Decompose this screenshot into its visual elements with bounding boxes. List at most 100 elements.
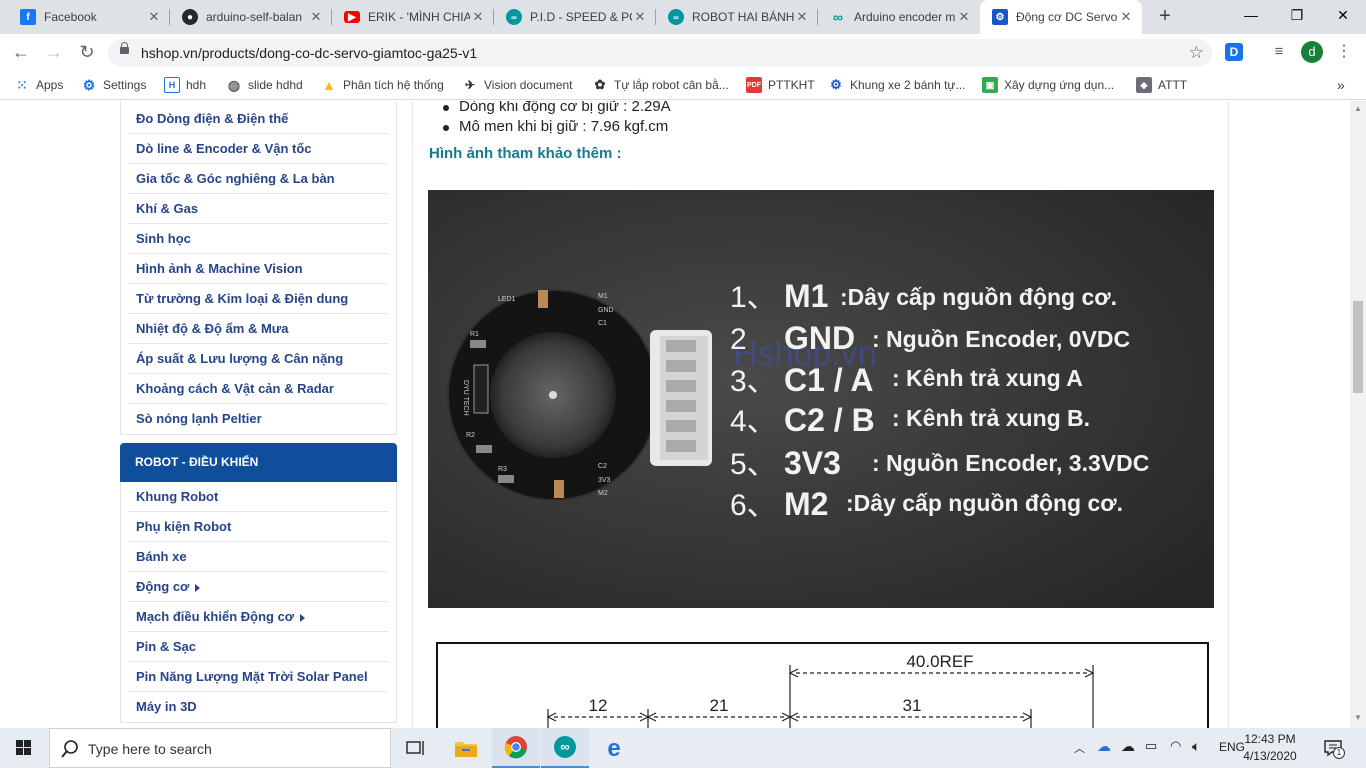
bookmarks-overflow-icon[interactable]: »	[1337, 76, 1345, 94]
bookmark-xay-dung[interactable]: ▣ Xây dựng ứng dụn...	[982, 76, 1114, 94]
board-label-led: LED1	[498, 296, 516, 303]
tab-title: Động cơ DC Servo	[1016, 10, 1118, 24]
sidebar-item[interactable]: Máy in 3D	[128, 692, 388, 722]
tab-title: ROBOT HAI BÁNH	[692, 10, 794, 24]
sidebar-item[interactable]: Khí & Gas	[128, 194, 388, 224]
close-icon[interactable]: ✕	[956, 9, 972, 25]
scroll-up-arrow-icon[interactable]: ▲	[1354, 104, 1362, 113]
close-icon[interactable]: ✕	[470, 9, 486, 25]
tab-dong-co-dc-servo[interactable]: ⚙ Động cơ DC Servo ✕	[980, 0, 1142, 34]
restore-button[interactable]: ❐	[1274, 0, 1320, 30]
taskbar-search-box[interactable]: Type here to search	[49, 728, 391, 768]
battery-icon[interactable]: ▭	[1145, 738, 1157, 754]
bookmark-slide-hdhd[interactable]: ◍ slide hdhd	[226, 76, 303, 94]
bookmark-tu-lap-robot[interactable]: ✿ Tự lắp robot cân bằ...	[592, 76, 729, 94]
sidebar-item[interactable]: Từ trường & Kim loại & Điện dung	[128, 284, 388, 314]
media-queue-icon[interactable]: ≡	[1268, 41, 1290, 63]
pin-3-desc: : Kênh trả xung A	[892, 365, 1083, 391]
hshop-icon: ⚙	[830, 77, 842, 92]
close-icon[interactable]: ✕	[632, 9, 648, 25]
start-button[interactable]	[0, 728, 48, 768]
tab-strip: f Facebook ✕ ● arduino-self-balan ✕ ▶ ER…	[0, 0, 1366, 34]
cloud-icon[interactable]: ☁	[1121, 738, 1135, 755]
taskbar-clock[interactable]: 12:43 PM 4/13/2020	[1228, 731, 1312, 765]
tab-facebook[interactable]: f Facebook ✕	[8, 0, 170, 34]
bookmark-apps[interactable]: ⁙ Apps	[14, 76, 63, 94]
arduino-ide-taskbar-button[interactable]: ∞	[541, 728, 589, 768]
arduino-icon: ∞	[833, 9, 843, 25]
product-description: Dòng khi động cơ bị giữ : 2.29A Mô men k…	[412, 101, 1229, 728]
menu-kebab-icon[interactable]: ⋮	[1333, 41, 1355, 63]
tab-arduino-encoder[interactable]: ∞ Arduino encoder m ✕	[818, 0, 980, 34]
action-center-button[interactable]: 1	[1323, 738, 1345, 759]
bookmark-settings[interactable]: ⚙ Settings	[81, 76, 147, 94]
sidebar-item[interactable]: Áp suất & Lưu lượng & Cân nặng	[128, 344, 388, 374]
gear-icon: ⚙	[82, 76, 96, 93]
chrome-taskbar-button[interactable]	[492, 728, 540, 768]
sidebar-item[interactable]: Khung Robot	[128, 482, 388, 512]
page-scrollbar[interactable]: ▲ ▼	[1350, 101, 1366, 728]
robot-section-heading[interactable]: ROBOT - ĐIỀU KHIỂN	[120, 443, 397, 482]
pin-2-number: 2	[730, 323, 747, 356]
tray-overflow-chevron-icon[interactable]: ︿	[1074, 740, 1085, 756]
bookmark-pttkht[interactable]: PDF PTTKHT	[746, 76, 815, 94]
tab-youtube[interactable]: ▶ ERIK - 'MÌNH CHIA ✕	[332, 0, 494, 34]
task-view-button[interactable]	[392, 728, 440, 768]
volume-icon[interactable]: 🔈︎	[1192, 738, 1200, 755]
sidebar-item[interactable]: Sò nóng lạnh Peltier	[128, 404, 388, 434]
back-button[interactable]: ←	[9, 40, 33, 64]
sidebar-item[interactable]: Khoảng cách & Vật cản & Radar	[128, 374, 388, 404]
bookmark-label: Xây dựng ứng dụn...	[1004, 78, 1115, 92]
close-icon[interactable]: ✕	[308, 9, 324, 25]
scroll-down-arrow-icon[interactable]: ▼	[1354, 713, 1362, 722]
address-bar[interactable]: hshop.vn/products/dong-co-dc-servo-giamt…	[108, 39, 1212, 67]
sidebar-item[interactable]: Pin Năng Lượng Mặt Trời Solar Panel	[128, 662, 388, 692]
close-icon[interactable]: ✕	[794, 9, 810, 25]
bookmark-khung-xe[interactable]: ⚙ Khung xe 2 bánh tự...	[828, 76, 965, 94]
wifi-icon[interactable]: ◠	[1170, 738, 1181, 754]
bookmark-star-icon[interactable]: ☆	[1189, 43, 1204, 63]
sidebar-item[interactable]: Dò line & Encoder & Vận tốc	[128, 134, 388, 164]
dimension-drawing: 40.0REF 12 21 31	[428, 631, 1214, 728]
sidebar-item-mach-dieu-khien[interactable]: Mạch điều khiển Động cơ	[128, 602, 388, 632]
arduino-icon: ∞	[506, 9, 522, 25]
bookmark-phan-tich[interactable]: ▲ Phân tích hệ thống	[321, 76, 444, 94]
sidebar-item[interactable]: Bánh xe	[128, 542, 388, 572]
tab-title: arduino-self-balan	[206, 10, 303, 24]
scrollbar-thumb[interactable]	[1353, 301, 1363, 393]
encoder-pinout-photo: LED1 M1 GND C1 R1 R2 R3 C2 3V3 M2 DYU TE…	[428, 190, 1214, 608]
tab-pid-speed[interactable]: ∞ P.I.D - SPEED & PC ✕	[494, 0, 656, 34]
forward-button[interactable]: →	[42, 40, 66, 64]
extension-d-icon[interactable]: D	[1225, 43, 1243, 61]
sidebar-item[interactable]: Gia tốc & Góc nghiêng & La bàn	[128, 164, 388, 194]
svg-text:∞: ∞	[560, 739, 569, 754]
reload-button[interactable]: ↻	[75, 40, 99, 64]
onedrive-icon[interactable]: ☁	[1097, 738, 1111, 755]
sidebar-item[interactable]: Nhiệt độ & Độ ẩm & Mưa	[128, 314, 388, 344]
close-window-button[interactable]: ✕	[1320, 0, 1366, 30]
pin-6-code: M2	[784, 486, 828, 522]
sidebar-item-dong-co[interactable]: Động cơ	[128, 572, 388, 602]
globe-icon: ◍	[227, 76, 241, 93]
bookmark-vision[interactable]: ✈ Vision document	[462, 76, 573, 94]
close-icon[interactable]: ✕	[146, 9, 162, 25]
bookmark-attt[interactable]: ◆ ATTT	[1136, 76, 1187, 94]
new-tab-button[interactable]: +	[1154, 6, 1176, 28]
bookmark-hdh[interactable]: H hdh	[164, 76, 206, 94]
close-icon[interactable]: ✕	[1118, 9, 1134, 25]
tab-robot-hai-banh[interactable]: ∞ ROBOT HAI BÁNH ✕	[656, 0, 818, 34]
sidebar-item[interactable]: Đo Dòng điện & Điện thế	[128, 104, 388, 134]
tab-github[interactable]: ● arduino-self-balan ✕	[170, 0, 332, 34]
spec-item: Dòng khi động cơ bị giữ : 2.29A	[443, 101, 671, 117]
edge-taskbar-button[interactable]: e	[590, 728, 638, 768]
minimize-button[interactable]: —	[1228, 0, 1274, 30]
board-label-3v3: 3V3	[598, 477, 611, 484]
sidebar-item[interactable]: Pin & Sạc	[128, 632, 388, 662]
sidebar-item[interactable]: Hình ảnh & Machine Vision	[128, 254, 388, 284]
profile-avatar[interactable]: d	[1301, 41, 1323, 63]
url-text[interactable]: hshop.vn/products/dong-co-dc-servo-giamt…	[141, 45, 477, 61]
sidebar-item[interactable]: Sinh học	[128, 224, 388, 254]
sidebar-item[interactable]: Phụ kiện Robot	[128, 512, 388, 542]
bookmarks-bar: ⁙ Apps ⚙ Settings H hdh ◍ slide hdhd ▲ P…	[0, 70, 1366, 100]
file-explorer-button[interactable]	[442, 728, 490, 768]
